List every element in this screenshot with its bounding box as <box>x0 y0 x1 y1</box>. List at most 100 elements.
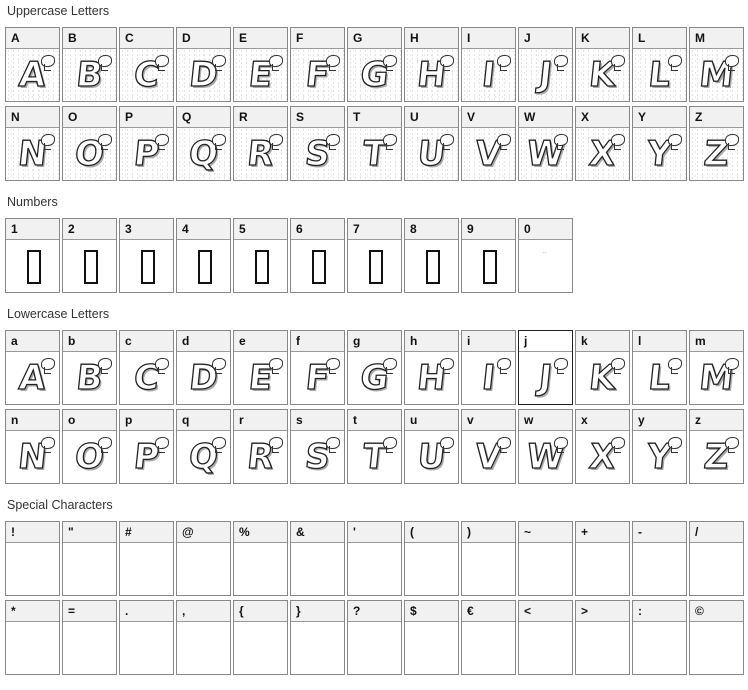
glyph-cell[interactable]: vV <box>461 409 516 484</box>
glyph-cell[interactable]: VV <box>461 106 516 181</box>
glyph-preview: W <box>519 128 572 180</box>
glyph-cell[interactable]: EE <box>233 27 288 102</box>
glyph-cell[interactable]: ) <box>461 521 516 596</box>
glyph-cell[interactable]: MM <box>689 27 744 102</box>
glyph-cell[interactable]: 3 <box>119 218 174 293</box>
glyph-cell[interactable]: oO <box>62 409 117 484</box>
glyph-cell[interactable]: ( <box>404 521 459 596</box>
glyph-label: S <box>291 107 344 128</box>
glyph-cell[interactable]: aA <box>5 330 60 405</box>
glyph-cell[interactable]: { <box>233 600 288 675</box>
glyph-cell[interactable]: XX <box>575 106 630 181</box>
glyph-label: ) <box>462 522 515 543</box>
glyph-label: k <box>576 331 629 352</box>
glyph-cell[interactable]: fF <box>290 330 345 405</box>
glyph-cell[interactable]: - <box>632 521 687 596</box>
glyph-cell[interactable]: PP <box>119 106 174 181</box>
glyph-cell[interactable]: kK <box>575 330 630 405</box>
glyph-cell[interactable]: WW <box>518 106 573 181</box>
glyph-cell[interactable]: 7 <box>347 218 402 293</box>
glyph-cell[interactable]: DD <box>176 27 231 102</box>
glyph-cell[interactable]: < <box>518 600 573 675</box>
glyph-cell[interactable]: QQ <box>176 106 231 181</box>
glyph-cell[interactable]: 5 <box>233 218 288 293</box>
glyph-cell[interactable]: + <box>575 521 630 596</box>
glyph-cell[interactable]: 8 <box>404 218 459 293</box>
glyph-cell[interactable]: ~ <box>518 521 573 596</box>
glyph-cell[interactable]: FF <box>290 27 345 102</box>
glyph-preview <box>462 240 515 292</box>
glyph-cell[interactable]: jJ <box>518 330 573 405</box>
glyph-cell[interactable]: gG <box>347 330 402 405</box>
glyph-cell[interactable]: & <box>290 521 345 596</box>
glyph-cell[interactable]: AA <box>5 27 60 102</box>
glyph-cell[interactable]: . <box>119 600 174 675</box>
glyph-cell[interactable]: cC <box>119 330 174 405</box>
glyph-cell[interactable]: RR <box>233 106 288 181</box>
glyph-cell[interactable]: dD <box>176 330 231 405</box>
glyph-cell[interactable]: mM <box>689 330 744 405</box>
glyph-preview: A <box>6 352 59 404</box>
glyph-cell[interactable]: JJ <box>518 27 573 102</box>
glyph-cell[interactable]: € <box>461 600 516 675</box>
glyph-cell[interactable]: tT <box>347 409 402 484</box>
glyph-preview <box>63 622 116 674</box>
glyph-cell[interactable]: YY <box>632 106 687 181</box>
glyph-cell[interactable]: $ <box>404 600 459 675</box>
glyph-cell[interactable]: } <box>290 600 345 675</box>
glyph-cell[interactable]: 1 <box>5 218 60 293</box>
glyph-cell[interactable]: : <box>632 600 687 675</box>
glyph-cell[interactable]: yY <box>632 409 687 484</box>
glyph-cell[interactable]: eE <box>233 330 288 405</box>
glyph-cell[interactable]: OO <box>62 106 117 181</box>
glyph-cell[interactable]: ' <box>347 521 402 596</box>
glyph-cell[interactable]: xX <box>575 409 630 484</box>
glyph-cell[interactable]: NN <box>5 106 60 181</box>
glyph-cell[interactable]: pP <box>119 409 174 484</box>
glyph-cell[interactable]: ZZ <box>689 106 744 181</box>
glyph-cell[interactable]: GG <box>347 27 402 102</box>
glyph-cell[interactable]: SS <box>290 106 345 181</box>
glyph-cell[interactable]: bB <box>62 330 117 405</box>
glyph-cell[interactable]: nN <box>5 409 60 484</box>
glyph-cell[interactable]: TT <box>347 106 402 181</box>
glyph-cell[interactable]: uU <box>404 409 459 484</box>
glyph-cell[interactable]: II <box>461 27 516 102</box>
glyph-label: J <box>519 28 572 49</box>
glyph-label: f <box>291 331 344 352</box>
glyph-cell[interactable]: ! <box>5 521 60 596</box>
glyph-cell[interactable]: 0 ·· <box>518 218 573 293</box>
critter-icon <box>554 134 568 150</box>
glyph-cell[interactable]: LL <box>632 27 687 102</box>
glyph-cell[interactable]: UU <box>404 106 459 181</box>
glyph-cell[interactable]: sS <box>290 409 345 484</box>
glyph-cell[interactable]: % <box>233 521 288 596</box>
glyph-cell[interactable]: ? <box>347 600 402 675</box>
glyph-cell[interactable]: © <box>689 600 744 675</box>
glyph-cell[interactable]: @ <box>176 521 231 596</box>
glyph-cell[interactable]: KK <box>575 27 630 102</box>
glyph-cell[interactable]: qQ <box>176 409 231 484</box>
glyph-cell[interactable]: = <box>62 600 117 675</box>
glyph-cell[interactable]: CC <box>119 27 174 102</box>
glyph-cell[interactable]: 4 <box>176 218 231 293</box>
glyph-cell[interactable]: > <box>575 600 630 675</box>
glyph-cell[interactable]: wW <box>518 409 573 484</box>
glyph-cell[interactable]: zZ <box>689 409 744 484</box>
glyph-cell[interactable]: 2 <box>62 218 117 293</box>
glyph-preview: H <box>405 352 458 404</box>
glyph-cell[interactable]: iI <box>461 330 516 405</box>
glyph-cell[interactable]: hH <box>404 330 459 405</box>
glyph-cell[interactable]: lL <box>632 330 687 405</box>
glyph-cell[interactable]: rR <box>233 409 288 484</box>
glyph-cell[interactable]: 9 <box>461 218 516 293</box>
glyph-cell[interactable]: # <box>119 521 174 596</box>
glyph-cell[interactable]: 6 <box>290 218 345 293</box>
glyph-cell[interactable]: , <box>176 600 231 675</box>
glyph-cell[interactable]: * <box>5 600 60 675</box>
glyph-cell[interactable]: " <box>62 521 117 596</box>
glyph-preview <box>690 543 743 595</box>
glyph-cell[interactable]: HH <box>404 27 459 102</box>
glyph-cell[interactable]: / <box>689 521 744 596</box>
glyph-cell[interactable]: BB <box>62 27 117 102</box>
